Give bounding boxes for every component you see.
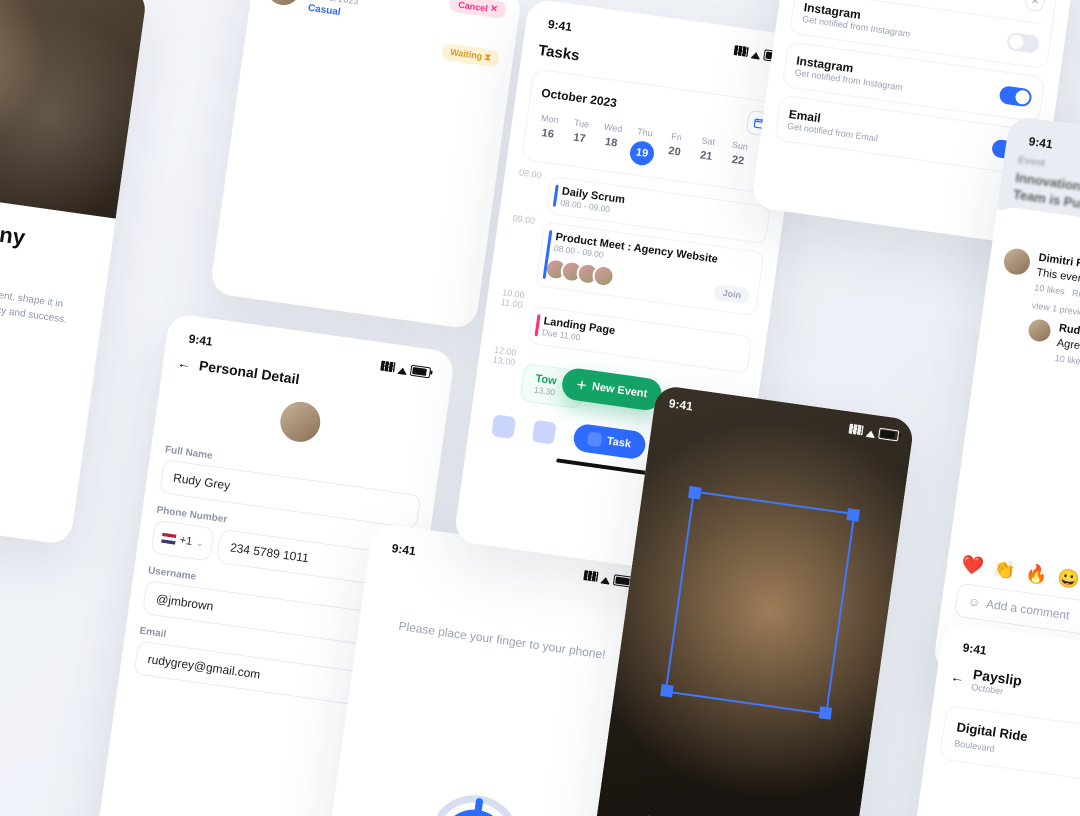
date-selected: 19 <box>628 140 655 167</box>
avatar <box>1002 247 1031 276</box>
avatar <box>1027 318 1052 343</box>
country-code-select[interactable]: +1 ⌄ <box>151 520 215 562</box>
reply-button[interactable]: Reply <box>1071 288 1080 301</box>
home-indicator <box>556 458 656 476</box>
onboarding-card: Your Company ment il over your business … <box>0 0 148 545</box>
comment-1: Dimitri Reeds 1h This event seems fun, I… <box>991 247 1080 385</box>
waiting-pill: Waiting ⧗ <box>441 42 500 67</box>
avatar <box>264 0 302 7</box>
payslip-card: 9:41 ← Payslip October Digital Ride Boul… <box>899 622 1080 816</box>
face-frame <box>665 490 856 715</box>
instagram-toggle-2[interactable] <box>998 85 1032 107</box>
leave-request-card: Dimitri Reeds 25 Oct 2023 Casual Cancel … <box>209 0 522 330</box>
avatar[interactable] <box>278 399 323 444</box>
nav-task-button[interactable]: Task <box>572 423 646 461</box>
chevron-down-icon: ⌄ <box>195 537 204 549</box>
close-icon[interactable]: ✕ <box>1024 0 1047 12</box>
plus-icon: ＋ <box>575 376 588 393</box>
page-title: Personal Detail <box>198 357 300 387</box>
nav-people-icon[interactable] <box>532 420 557 445</box>
back-icon[interactable]: ← <box>950 668 966 686</box>
task-icon <box>587 432 603 448</box>
fingerprint-msg: Please place your finger to your phone! <box>372 615 631 665</box>
emoji-icon[interactable]: ☺ <box>967 594 981 610</box>
fingerprint-icon[interactable] <box>342 718 617 816</box>
flag-icon <box>161 533 176 545</box>
nav-home-icon[interactable] <box>492 414 517 439</box>
instagram-toggle[interactable] <box>1006 32 1040 54</box>
calendar-month: October 2023 <box>540 86 617 110</box>
attendee-avatars <box>550 258 616 289</box>
onboarding-image <box>0 0 148 219</box>
comment-2: Rudy Grey 50m Agree!! 👏 10 likes Reply <box>1024 318 1080 385</box>
join-button[interactable]: Join <box>714 284 750 305</box>
cancel-pill[interactable]: Cancel ✕ <box>449 0 506 19</box>
back-icon[interactable]: ← <box>176 354 192 372</box>
